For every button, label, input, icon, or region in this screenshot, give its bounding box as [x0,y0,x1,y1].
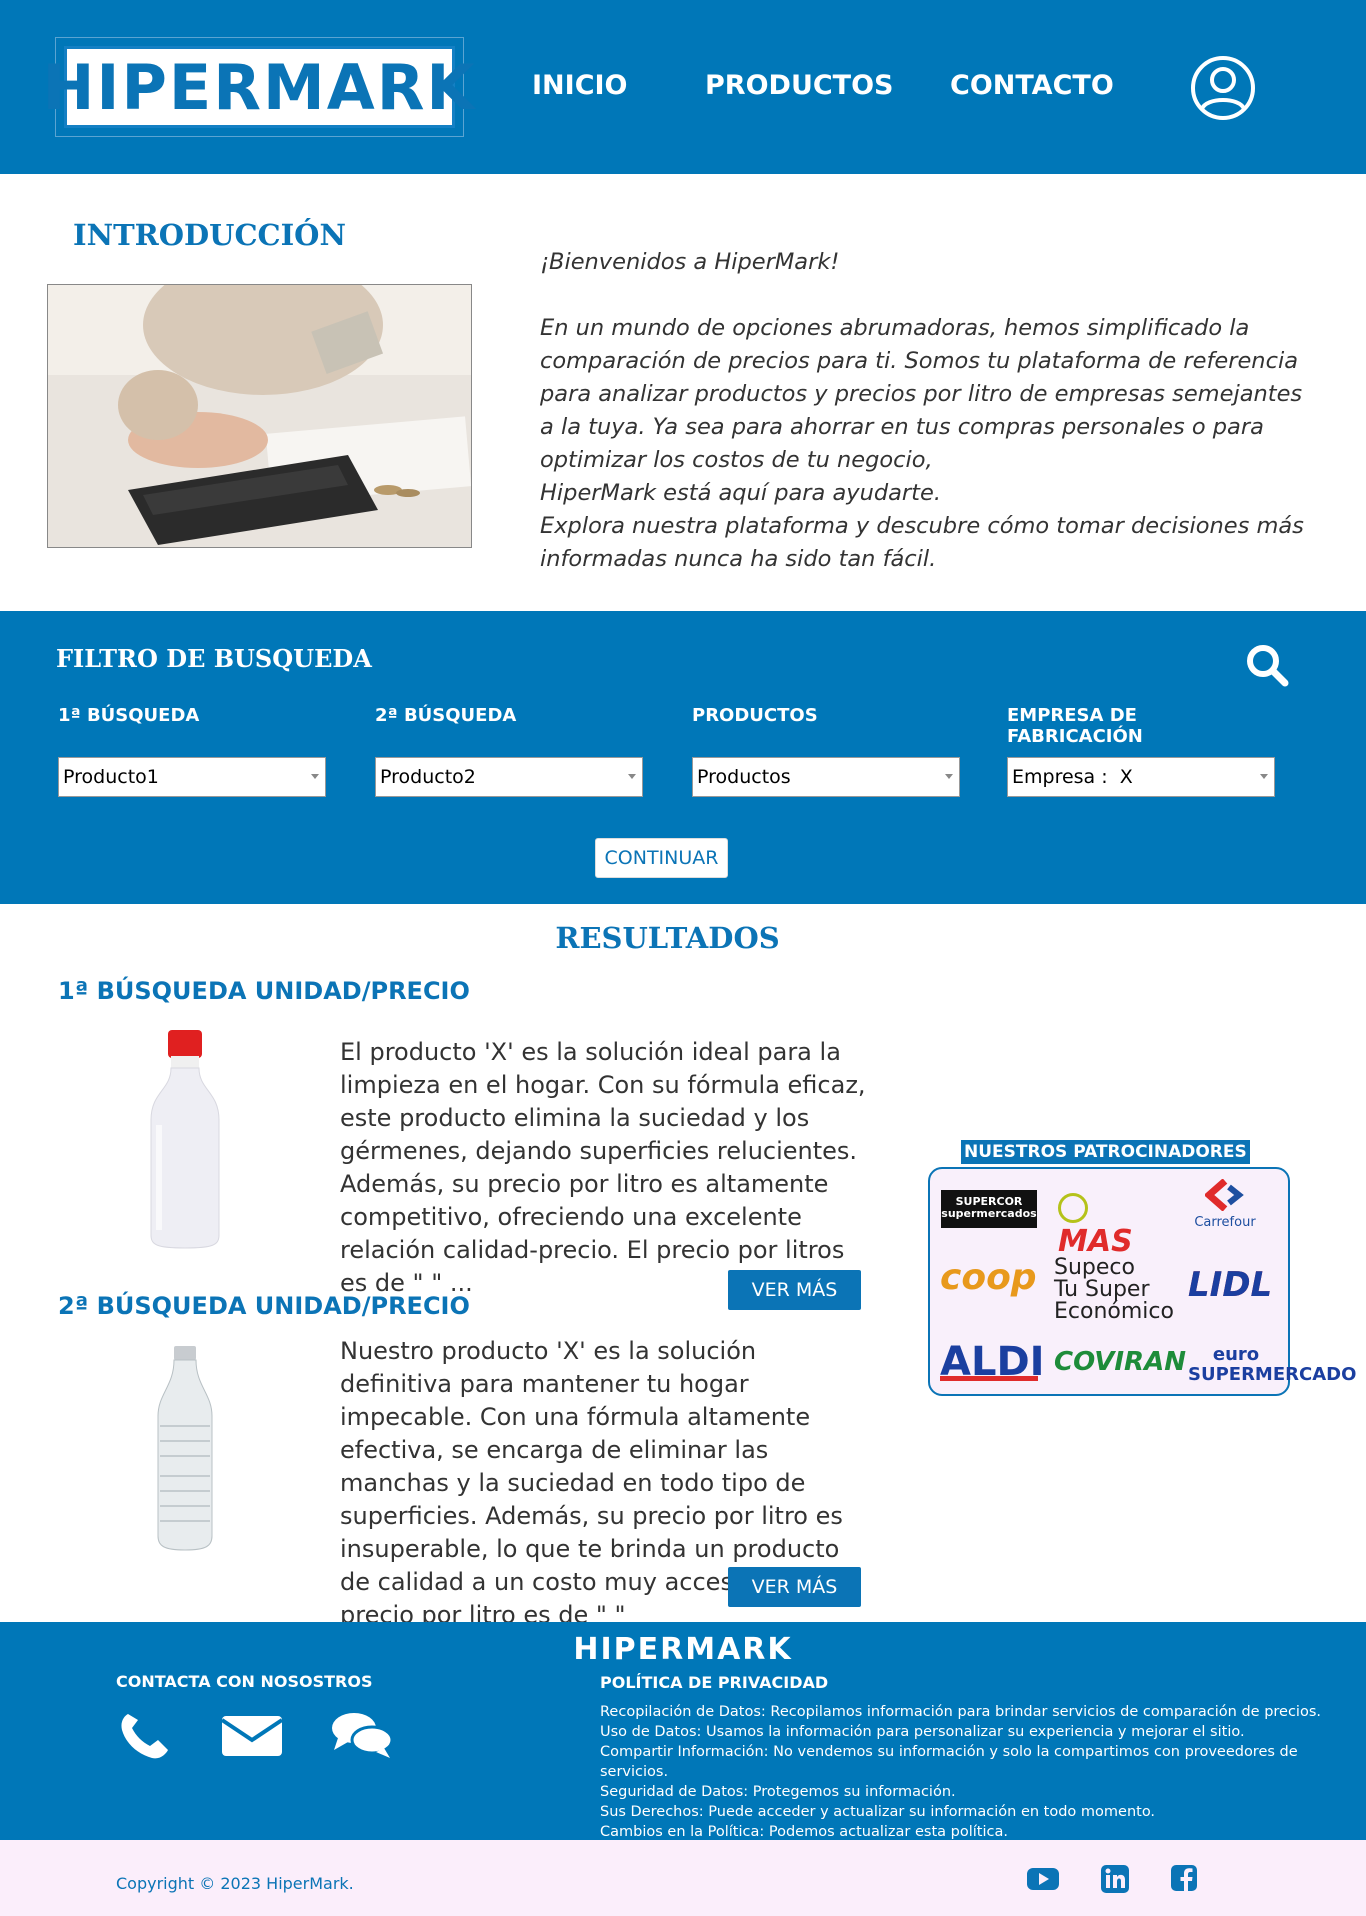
result-1-heading: 1ª BÚSQUEDA UNIDAD/PRECIO [58,977,470,1005]
copyright-text: Copyright © 2023 HiperMark. [116,1874,354,1893]
white-bottle-image [150,1030,220,1249]
carrefour-mark-icon [1203,1178,1244,1212]
chevron-down-icon [311,774,319,779]
calculator-money-photo [47,284,472,548]
filter-field-1: 1ª BÚSQUEDA Producto1 [58,705,326,797]
facebook-icon[interactable] [1170,1862,1198,1894]
select-value: Productos [697,766,791,788]
youtube-icon[interactable] [1026,1862,1060,1894]
copyright-bar: Copyright © 2023 HiperMark. [0,1840,1366,1916]
intro-greeting: ¡Bienvenidos a HiperMark! [540,249,840,275]
sponsor-mas-logo[interactable]: MAS [1058,1189,1160,1259]
filter-select-3[interactable]: Productos [692,757,960,797]
intro-text: ¡Bienvenidos a HiperMark! En un mundo de… [540,246,1320,576]
chevron-down-icon [945,774,953,779]
nav-inicio[interactable]: INICIO [532,70,628,101]
nav-contacto[interactable]: CONTACTO [950,70,1114,101]
result-2-heading: 2ª BÚSQUEDA UNIDAD/PRECIO [58,1292,470,1320]
site-footer: HIPERMARK CONTACTA CON NOSOSTROS POLÍTIC… [0,1622,1366,1840]
privacy-item: Cambios en la Política: Podemos actualiz… [600,1824,1008,1840]
result-1-text: El producto 'X' es la solución ideal par… [340,1038,866,1297]
privacy-title: POLÍTICA DE PRIVACIDAD [600,1673,829,1692]
sponsor-supeco-logo[interactable]: Supeco Tu Super Económico [1054,1257,1174,1323]
clear-bottle-image [157,1346,213,1551]
contact-title: CONTACTA CON NOSOSTROS [116,1672,373,1691]
linkedin-icon[interactable] [1100,1862,1130,1894]
privacy-list: Recopilación de Datos: Recopilamos infor… [600,1702,1360,1842]
intro-line2: HiperMark está aquí para ayudarte. [540,480,942,506]
privacy-item: Recopilación de Datos: Recopilamos infor… [600,1704,1321,1720]
sponsor-coop-logo[interactable]: coop [940,1257,1037,1305]
intro-paragraph: En un mundo de opciones abrumadoras, hem… [540,315,1303,473]
filter-select-1[interactable]: Producto1 [58,757,326,797]
site-header: HIPERMARK INICIO PRODUCTOS CONTACTO [0,0,1366,174]
search-icon[interactable] [1245,643,1289,687]
filter-select-4[interactable]: Empresa : X [1007,757,1275,797]
intro-line3: Explora nuestra plataforma y descubre có… [540,513,1304,572]
select-value: Empresa : X [1012,766,1133,788]
sponsor-lidl-logo[interactable]: LIDL [1188,1265,1284,1305]
logo[interactable]: HIPERMARK [43,37,474,137]
filter-label: PRODUCTOS [692,705,818,726]
filter-field-4: EMPRESA DE FABRICACIÓN Empresa : X [1007,705,1275,797]
chat-icon[interactable] [330,1710,394,1760]
sponsor-carrefour-logo[interactable]: Carrefour [1180,1178,1270,1234]
sponsor-supercor-logo[interactable]: SUPERCOR supermercados [941,1190,1037,1228]
select-value: Producto2 [380,766,476,788]
sponsor-euro-logo[interactable]: euro SUPERMERCADO [1188,1337,1356,1385]
user-circle-icon[interactable] [1190,55,1256,121]
chevron-down-icon [1260,774,1268,779]
privacy-item: Compartir Información: No vendemos su in… [600,1744,1298,1780]
results-title: RESULTADOS [555,921,780,955]
intro-title: INTRODUCCIÓN [73,218,346,252]
sponsor-aldi-logo[interactable]: ALDI [940,1339,1045,1385]
search-filter-section: FILTRO DE BUSQUEDA 1ª BÚSQUEDA Producto1… [0,611,1366,904]
continue-button[interactable]: CONTINUAR [595,838,728,878]
filter-label: 2ª BÚSQUEDA [375,705,517,726]
mail-icon[interactable] [220,1710,284,1760]
filter-field-2: 2ª BÚSQUEDA Producto2 [375,705,643,797]
privacy-item: Sus Derechos: Puede acceder y actualizar… [600,1804,1156,1820]
filter-title: FILTRO DE BUSQUEDA [56,644,372,673]
select-value: Producto1 [63,766,159,788]
chevron-down-icon [628,774,636,779]
see-more-button-1[interactable]: VER MÁS [728,1270,861,1310]
phone-icon[interactable] [118,1710,172,1760]
filter-label: 1ª BÚSQUEDA [58,705,200,726]
privacy-item: Uso de Datos: Usamos la información para… [600,1724,1245,1740]
filter-select-2[interactable]: Producto2 [375,757,643,797]
logo-text: HIPERMARK [42,50,477,124]
sponsors-title: NUESTROS PATROCINADORES [961,1140,1250,1164]
nav-productos[interactable]: PRODUCTOS [705,70,894,101]
filter-label: EMPRESA DE FABRICACIÓN [1007,705,1143,747]
sponsors-box: SUPERCOR supermercados MAS Carrefour coo… [928,1167,1356,1396]
filter-field-3: PRODUCTOS Productos [692,705,960,797]
privacy-item: Seguridad de Datos: Protegemos su inform… [600,1784,956,1800]
footer-logo[interactable]: HIPERMARK [0,1632,1366,1667]
sponsor-coviran-logo[interactable]: COVIRAN [1054,1347,1186,1381]
see-more-button-2[interactable]: VER MÁS [728,1567,861,1607]
